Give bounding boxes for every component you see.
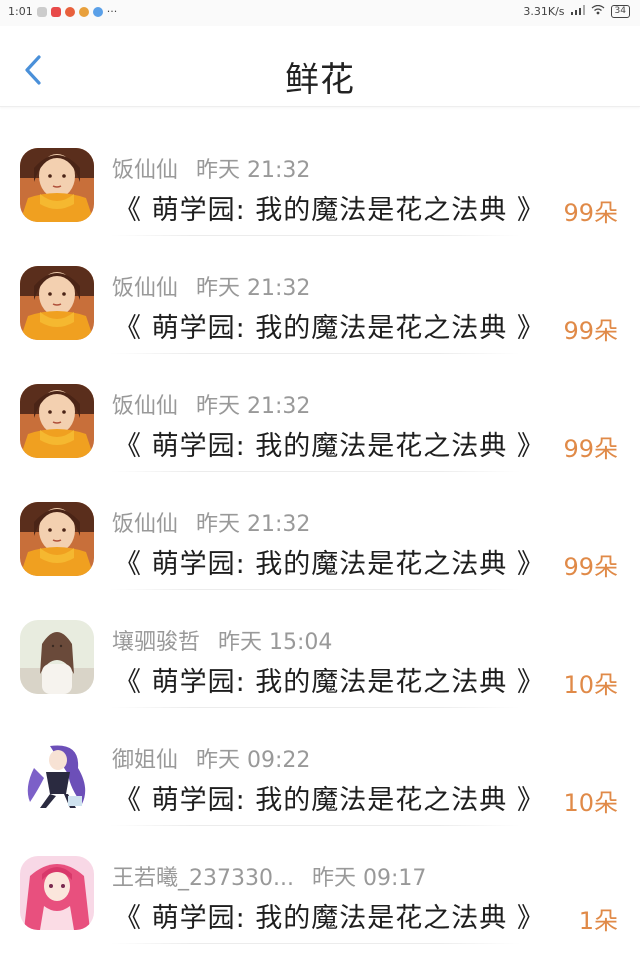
timestamp: 昨天 15:04: [218, 630, 333, 655]
timestamp: 昨天 21:32: [196, 158, 311, 183]
divider: [110, 943, 520, 944]
item-meta: 饭仙仙 昨天 21:32: [112, 270, 310, 302]
flower-count: 10朵: [563, 789, 618, 817]
weibo-icon: [64, 6, 75, 17]
list-item[interactable]: 御姐仙 昨天 09:22 《 萌学园: 我的魔法是花之法典 》 10朵: [0, 708, 640, 826]
item-meta: 饭仙仙 昨天 21:32: [112, 388, 310, 420]
network-speed: 3.31K/s: [523, 5, 565, 18]
list-item[interactable]: 饭仙仙 昨天 21:32 《 萌学园: 我的魔法是花之法典 》 99朵: [0, 472, 640, 590]
status-time: 1:01: [8, 5, 33, 18]
page-title: 鲜花: [285, 60, 355, 100]
flower-gift-list: 饭仙仙 昨天 21:32 《 萌学园: 我的魔法是花之法典 》 99朵 饭仙仙 昨天 21…: [0, 118, 640, 944]
app-notification-icon: [36, 6, 47, 17]
avatar[interactable]: [20, 266, 94, 340]
flower-count: 10朵: [563, 671, 618, 699]
book-title: 《 萌学园: 我的魔法是花之法典 》: [114, 431, 545, 462]
username: 饭仙仙: [112, 394, 179, 419]
wifi-icon: [591, 4, 605, 18]
status-bar: 1:01 ··· 3.31K/s 34: [0, 0, 640, 26]
username: 王若曦_237330...: [112, 866, 294, 891]
list-item[interactable]: 王若曦_237330... 昨天 09:17 《 萌学园: 我的魔法是花之法典 》 1…: [0, 826, 640, 944]
username: 饭仙仙: [112, 512, 179, 537]
flower-count: 99朵: [563, 435, 618, 463]
avatar[interactable]: [20, 620, 94, 694]
list-item[interactable]: 饭仙仙 昨天 21:32 《 萌学园: 我的魔法是花之法典 》 99朵: [0, 236, 640, 354]
item-meta: 壤驷骏哲 昨天 15:04: [112, 624, 332, 656]
avatar[interactable]: [20, 384, 94, 458]
item-meta: 王若曦_237330... 昨天 09:17: [112, 860, 426, 892]
flower-count: 1朵: [578, 907, 618, 935]
app-notification-icon: [92, 6, 103, 17]
signal-icon: [570, 5, 585, 18]
list-item[interactable]: 饭仙仙 昨天 21:32 《 萌学园: 我的魔法是花之法典 》 99朵: [0, 354, 640, 472]
list-item[interactable]: 壤驷骏哲 昨天 15:04 《 萌学园: 我的魔法是花之法典 》 10朵: [0, 590, 640, 708]
book-title: 《 萌学园: 我的魔法是花之法典 》: [114, 195, 545, 226]
flower-count: 99朵: [563, 553, 618, 581]
username: 饭仙仙: [112, 158, 179, 183]
timestamp: 昨天 09:17: [311, 866, 427, 891]
book-title: 《 萌学园: 我的魔法是花之法典 》: [114, 903, 545, 934]
book-title: 《 萌学园: 我的魔法是花之法典 》: [114, 313, 545, 344]
item-meta: 御姐仙 昨天 09:22: [112, 742, 310, 774]
timestamp: 昨天 21:32: [196, 276, 311, 301]
username: 御姐仙: [112, 748, 179, 773]
timestamp: 昨天 21:32: [196, 512, 311, 537]
status-left: 1:01 ···: [8, 5, 117, 18]
book-title: 《 萌学园: 我的魔法是花之法典 》: [114, 785, 545, 816]
item-meta: 饭仙仙 昨天 21:32: [112, 152, 310, 184]
app-notification-icon: [50, 6, 61, 17]
book-title: 《 萌学园: 我的魔法是花之法典 》: [114, 549, 545, 580]
timestamp: 昨天 09:22: [196, 748, 311, 773]
avatar[interactable]: [20, 856, 94, 930]
more-notifications: ···: [106, 5, 118, 18]
avatar[interactable]: [20, 738, 94, 812]
flower-count: 99朵: [563, 199, 618, 227]
username: 饭仙仙: [112, 276, 179, 301]
status-right: 3.31K/s 34: [523, 4, 630, 18]
username: 壤驷骏哲: [112, 630, 201, 655]
battery-icon: 34: [610, 5, 630, 18]
avatar[interactable]: [20, 502, 94, 576]
weibo-icon: [78, 6, 89, 17]
avatar[interactable]: [20, 148, 94, 222]
timestamp: 昨天 21:32: [196, 394, 311, 419]
book-title: 《 萌学园: 我的魔法是花之法典 》: [114, 667, 545, 698]
list-item[interactable]: 饭仙仙 昨天 21:32 《 萌学园: 我的魔法是花之法典 》 99朵: [0, 118, 640, 236]
nav-header: 鲜花: [0, 26, 640, 107]
item-meta: 饭仙仙 昨天 21:32: [112, 506, 310, 538]
flower-count: 99朵: [563, 317, 618, 345]
